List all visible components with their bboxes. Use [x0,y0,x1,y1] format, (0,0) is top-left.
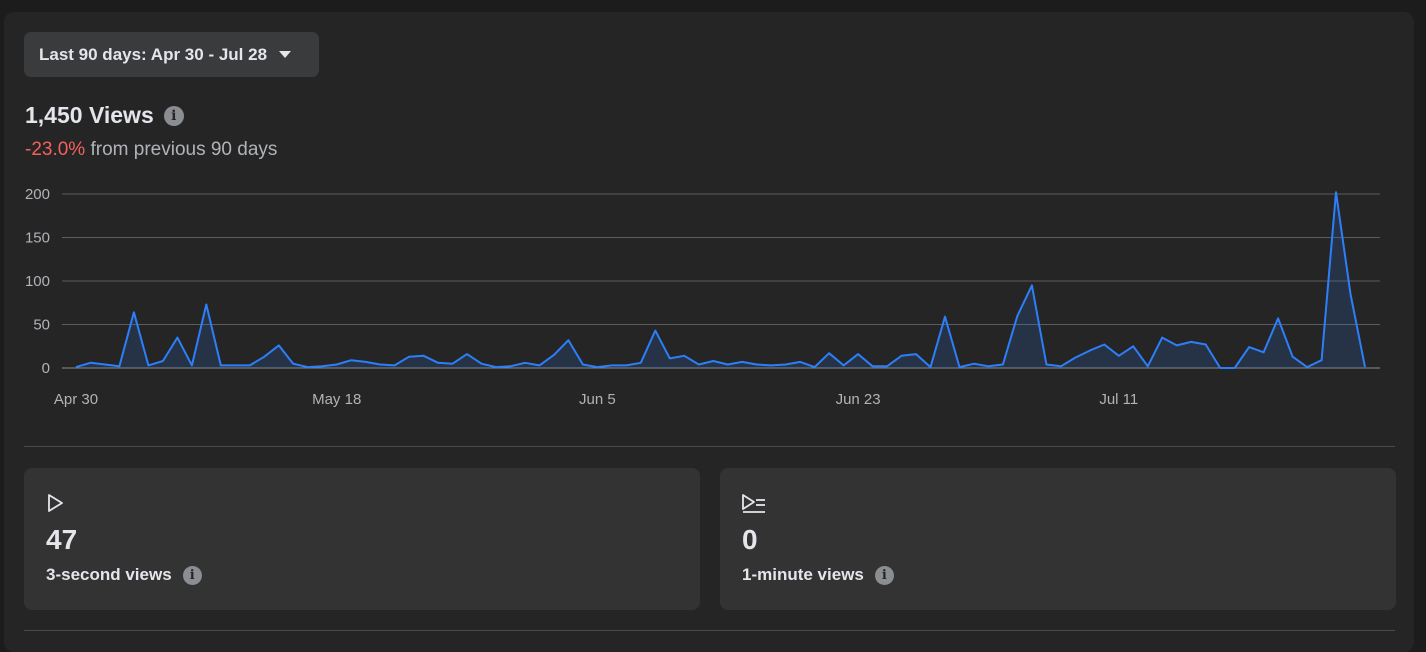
three-second-views-value: 47 [46,524,78,555]
one-minute-views-card: 0 1-minute views i [720,468,1396,610]
x-tick-label: Jun 23 [836,391,881,408]
three-second-views-card: 47 3-second views i [24,468,700,610]
change-percent: -23.0% [25,139,86,160]
y-tick-label: 0 [42,360,50,377]
y-tick-label: 100 [25,273,50,290]
bottom-divider [24,630,1395,631]
views-chart: 0 50 100 150 200 Apr 30 May 18 Jun 5 Jun 23 Jul … [25,186,1380,408]
x-tick-label: Jul 11 [1099,391,1138,408]
three-second-views-label-row: 3-second views i [46,565,202,585]
y-tick-label: 150 [25,230,50,247]
section-divider [24,446,1395,447]
y-tick-label: 200 [25,186,50,203]
insights-panel: Last 90 days: Apr 30 - Jul 28 1,450 View… [4,12,1414,652]
one-minute-views-label-row: 1-minute views i [742,565,894,585]
views-change: -23.0% from previous 90 days [25,139,277,161]
series-line [75,191,1366,369]
x-tick-label: May 18 [312,391,361,408]
info-icon[interactable]: i [182,565,202,585]
one-minute-views-value: 0 [742,524,758,555]
y-tick-label: 50 [33,317,50,334]
three-second-views-label: 3-second views [46,565,172,584]
change-suffix: from previous 90 days [85,139,278,160]
chart-x-axis: Apr 30 May 18 Jun 5 Jun 23 Jul 11 [54,391,1138,408]
info-icon[interactable]: i [874,565,894,585]
one-minute-views-label: 1-minute views [742,565,864,584]
chart-series [75,191,1366,369]
play-list-icon [740,492,768,519]
date-range-label: Last 90 days: Apr 30 - Jul 28 [39,44,268,64]
views-heading: 1,450 Views i [25,102,184,129]
x-tick-label: Apr 30 [54,391,98,408]
views-total: 1,450 Views [25,102,154,128]
play-icon [44,492,66,519]
caret-down-icon [279,51,292,58]
date-range-dropdown[interactable]: Last 90 days: Apr 30 - Jul 28 [24,32,319,77]
x-tick-label: Jun 5 [579,391,616,408]
info-icon[interactable]: i [163,105,184,126]
